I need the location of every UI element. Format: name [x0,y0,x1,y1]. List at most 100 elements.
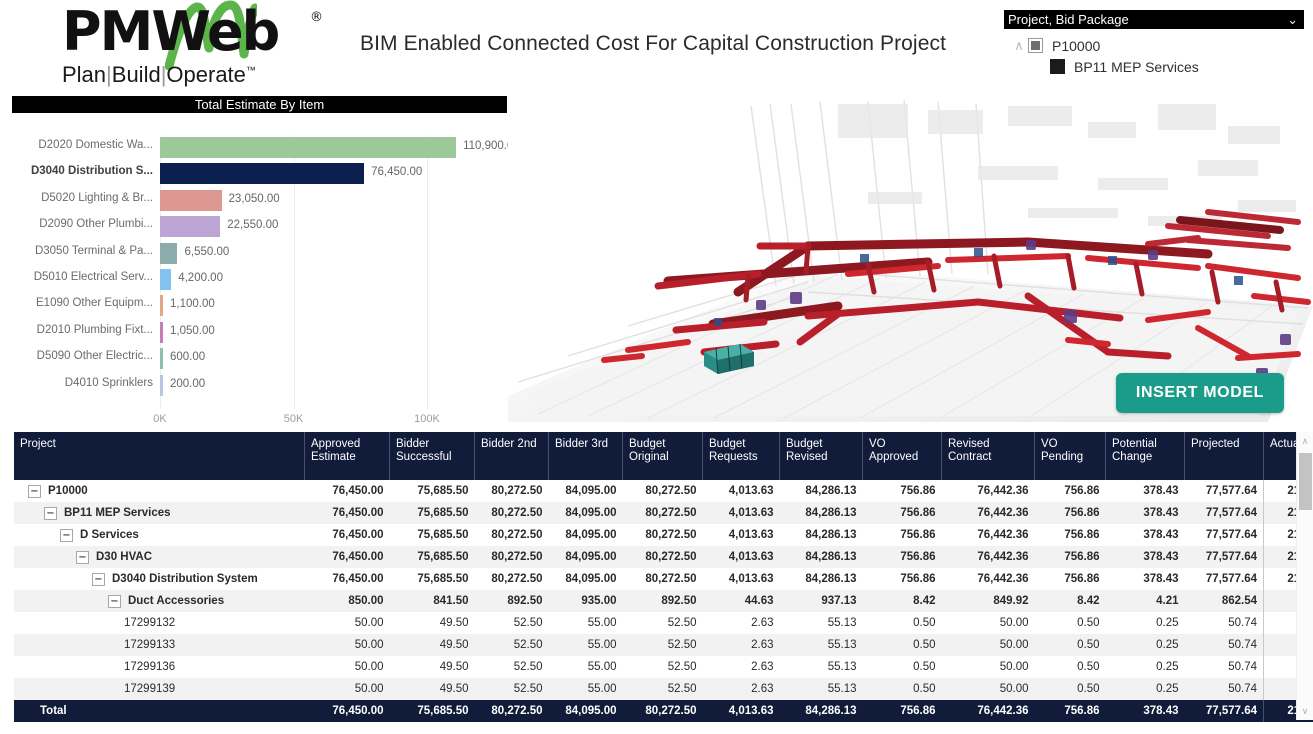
row-label-cell[interactable]: − D3040 Distribution System [14,568,305,590]
scroll-up-arrow-icon[interactable]: ∧ [1297,432,1313,450]
table-cell: 892.50 [507,595,543,607]
expand-collapse-icon[interactable]: − [60,528,73,542]
row-label-cell[interactable]: − P10000 [14,480,305,502]
scrollbar-thumb[interactable] [1299,453,1312,510]
row-label-cell[interactable]: 17299136 [14,656,305,678]
row-label-cell[interactable]: − D30 HVAC [14,546,305,568]
slicer-header[interactable]: Project, Bid Package ⌄ [1004,10,1304,29]
table-row[interactable]: 17299139 50.00 49.50 52.50 55.00 52.50 2.63 55.… [14,678,1313,700]
chart-bar[interactable] [160,137,457,158]
chevron-down-icon[interactable]: ⌄ [1287,10,1298,29]
chart-bar-row[interactable]: D2090 Other Plumbi... 22,550.00 [12,214,507,240]
row-label-cell[interactable]: − Duct Accessories [14,590,305,612]
row-label: 17299133 [124,639,176,651]
table-row[interactable]: 17299132 50.00 49.50 52.50 55.00 52.50 2.63 55.… [14,612,1313,634]
total-cell: 77,577.64 [1184,700,1264,722]
column-header-bidder-3rd[interactable]: Bidder 3rd [548,432,623,480]
project-bid-package-slicer[interactable]: Project, Bid Package ⌄ ∧ P10000 BP11 MEP… [1004,10,1304,77]
chart-bar[interactable] [160,348,163,370]
chart-bar-row[interactable]: D3050 Terminal & Pa... 6,550.00 [12,241,507,267]
row-label-cell[interactable]: 17299133 [14,634,305,656]
table-row[interactable]: − D3040 Distribution System 76,450.00 75,68… [14,568,1313,590]
table-cell: 935.00 [581,595,617,607]
chart-bar[interactable] [160,163,365,185]
total-estimate-by-item-chart[interactable]: Total Estimate By Item 0K 50K 100K D2020 Do… [12,96,520,425]
table-row[interactable]: − D30 HVAC 76,450.00 75,685.50 80,272.50 84,0… [14,546,1313,568]
row-label-cell[interactable]: − D Services [14,524,305,546]
chart-bar[interactable] [160,242,178,264]
chart-bar-row[interactable]: D4010 Sprinklers 200.00 [12,373,507,399]
insert-model-button[interactable]: INSERT MODEL [1115,373,1284,413]
table-cell: 52.50 [667,617,697,629]
column-header-bidder-successful[interactable]: Bidder Successful [389,432,475,480]
table-row[interactable]: − D Services 76,450.00 75,685.50 80,272.50 84… [14,524,1313,546]
checkbox-bp11-mep-services[interactable] [1050,59,1065,74]
slicer-item-p10000[interactable]: ∧ P10000 [1004,35,1304,56]
column-header-budget-original[interactable]: Budget Original [622,432,703,480]
table-cell: 4,013.63 [728,485,774,497]
chart-bar-row[interactable]: D2010 Plumbing Fixt... 1,050.00 [12,320,507,346]
table-cell: 55.00 [587,617,617,629]
chart-bar-row[interactable]: D2020 Domestic Wa... 110,900.00 [12,135,520,161]
table-cell: 52.50 [667,683,697,695]
column-header-bidder-2nd[interactable]: Bidder 2nd [474,432,549,480]
expand-collapse-icon[interactable]: − [44,506,57,520]
expand-collapse-icon[interactable]: − [28,484,41,498]
chart-plot-area[interactable]: 0K 50K 100K D2020 Domestic Wa... 110,900.00 D… [12,113,520,425]
chart-bar[interactable] [160,321,163,343]
row-label-cell[interactable]: 17299132 [14,612,305,634]
table-cell: 52.50 [513,617,543,629]
slicer-item-bp11-mep-services[interactable]: BP11 MEP Services [1004,56,1304,77]
chart-bar[interactable] [160,269,172,290]
scroll-down-arrow-icon[interactable]: ∨ [1297,702,1313,720]
expand-collapse-icon[interactable]: − [92,572,105,586]
table-cell: 50.00 [354,639,384,651]
column-header-budget-revised[interactable]: Budget Revised [779,432,863,480]
row-label-cell[interactable]: − BP11 MEP Services [14,502,305,524]
chart-bar[interactable] [160,295,163,317]
column-header-vo-pending[interactable]: VO Pending [1034,432,1106,480]
table-cell: 52.50 [667,661,697,673]
cost-breakdown-table[interactable]: Project Approved Estimate Bidder Successfu… [14,432,1313,727]
total-cell: 80,272.50 [474,700,549,722]
table-cell: 84,095.00 [565,573,617,585]
table-vertical-scrollbar[interactable]: ∧ ∨ [1296,432,1313,720]
chart-bar-row[interactable]: E1090 Other Equipm... 1,100.00 [12,293,507,319]
column-header-project[interactable]: Project [14,432,305,480]
bim-model-viewport[interactable]: INSERT MODEL [508,96,1313,422]
chart-bar[interactable] [160,374,163,396]
collapse-caret-icon[interactable]: ∧ [1010,38,1028,53]
table-cell: 55.00 [587,639,617,651]
chart-bar-row[interactable]: D5090 Other Electric... 600.00 [12,346,507,372]
table-cell: 80,272.50 [491,551,543,563]
table-cell: 75,685.50 [417,485,469,497]
chart-bar-row[interactable]: D5020 Lighting & Br... 23,050.00 [12,188,507,214]
chart-bar[interactable] [160,216,221,238]
column-header-budget-requests[interactable]: Budget Requests [702,432,780,480]
row-label: Duct Accessories [128,595,225,607]
row-label-cell[interactable]: 17299139 [14,678,305,700]
table-row[interactable]: 17299133 50.00 49.50 52.50 55.00 52.50 2.63 55.… [14,634,1313,656]
expand-collapse-icon[interactable]: − [76,550,89,564]
chart-bar-row[interactable]: D3040 Distribution S... 76,450.00 [12,161,507,187]
column-header-approved-estimate[interactable]: Approved Estimate [304,432,390,480]
table-cell: 850.00 [348,595,384,607]
column-header-projected[interactable]: Projected [1184,432,1264,480]
chart-bar-row[interactable]: D5010 Electrical Serv... 4,200.00 [12,267,507,293]
table-cell: 50.00 [354,617,384,629]
table-row[interactable]: − P10000 76,450.00 75,685.50 80,272.50 84,095… [14,480,1313,502]
expand-collapse-icon[interactable]: − [108,594,121,608]
table-row[interactable]: − Duct Accessories 850.00 841.50 892.50 935.0… [14,590,1313,612]
table-row[interactable]: 17299136 50.00 49.50 52.50 55.00 52.50 2.63 55.… [14,656,1313,678]
column-header-vo-approved[interactable]: VO Approved [862,432,942,480]
table-cell: 756.86 [1064,485,1100,497]
x-axis-tick: 0K [153,413,167,425]
table-cell: 378.43 [1143,551,1179,563]
column-header-potential-change[interactable]: Potential Change [1105,432,1185,480]
chart-bar[interactable] [160,189,222,211]
tagline-tm: ™ [245,65,256,77]
table-row[interactable]: − BP11 MEP Services 76,450.00 75,685.50 80,2… [14,502,1313,524]
checkbox-p10000[interactable] [1028,38,1043,53]
column-header-revised-contract[interactable]: Revised Contract [941,432,1035,480]
row-label: D Services [80,529,139,541]
